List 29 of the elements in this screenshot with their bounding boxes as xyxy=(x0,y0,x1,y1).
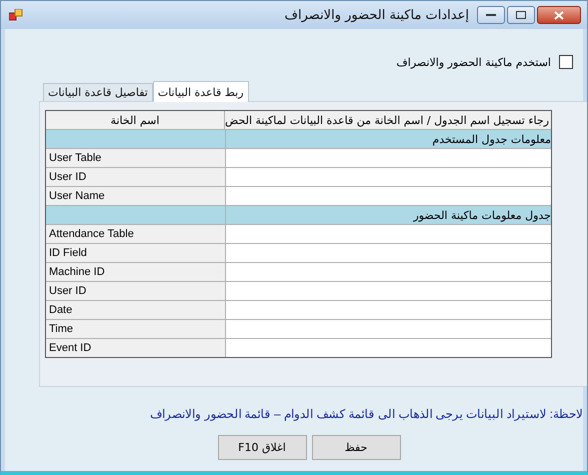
table-cell: Attendance Table xyxy=(46,225,226,243)
checkbox-label: استخدم ماكينة الحضور والانصراف xyxy=(396,56,551,68)
close-button[interactable] xyxy=(537,6,581,24)
table-cell: Date xyxy=(46,301,226,319)
dialog-button[interactable]: حفظ xyxy=(312,435,400,460)
table-cell: Event ID xyxy=(46,339,226,357)
section-header: جدول معلومات ماكينة الحضور xyxy=(226,206,551,224)
column-header: رجاء تسجيل اسم الجدول / اسم الخانة من قاعدة البيانات لماكينة الحض xyxy=(225,111,551,129)
table-cell: User Name xyxy=(46,187,226,205)
table-cell: ID Field xyxy=(46,244,226,262)
table-cell: Time xyxy=(46,320,226,338)
table-cell: User ID xyxy=(46,168,226,186)
close-icon xyxy=(554,10,564,20)
column-header: اسم الخانة xyxy=(46,111,226,129)
tab[interactable]: ربط قاعدة البيانات xyxy=(152,81,249,102)
table-cell: User Table xyxy=(46,149,226,167)
table-cell: Machine ID xyxy=(46,263,226,281)
note-text: لاحظة: لاستيراد البيانات يرجى الذهاب الى قائمة كشف الدوام – قائمة الحضور والانصراف xyxy=(148,407,583,421)
minimize-button[interactable] xyxy=(477,6,505,24)
minimize-icon xyxy=(486,13,496,17)
app-icon xyxy=(9,9,23,21)
section-header: معلومات جدول المستخدم xyxy=(226,130,551,148)
window-title: إعدادات ماكينة الحضور والانصراف xyxy=(284,8,469,22)
tab[interactable]: تفاصيل قاعدة البيانات xyxy=(43,83,153,101)
checkbox[interactable] xyxy=(559,55,573,69)
dialog-button[interactable]: اغلاق F10 xyxy=(218,435,306,460)
table-cell: User ID xyxy=(46,282,226,300)
maximize-button[interactable] xyxy=(507,6,535,24)
maximize-icon xyxy=(516,11,526,19)
